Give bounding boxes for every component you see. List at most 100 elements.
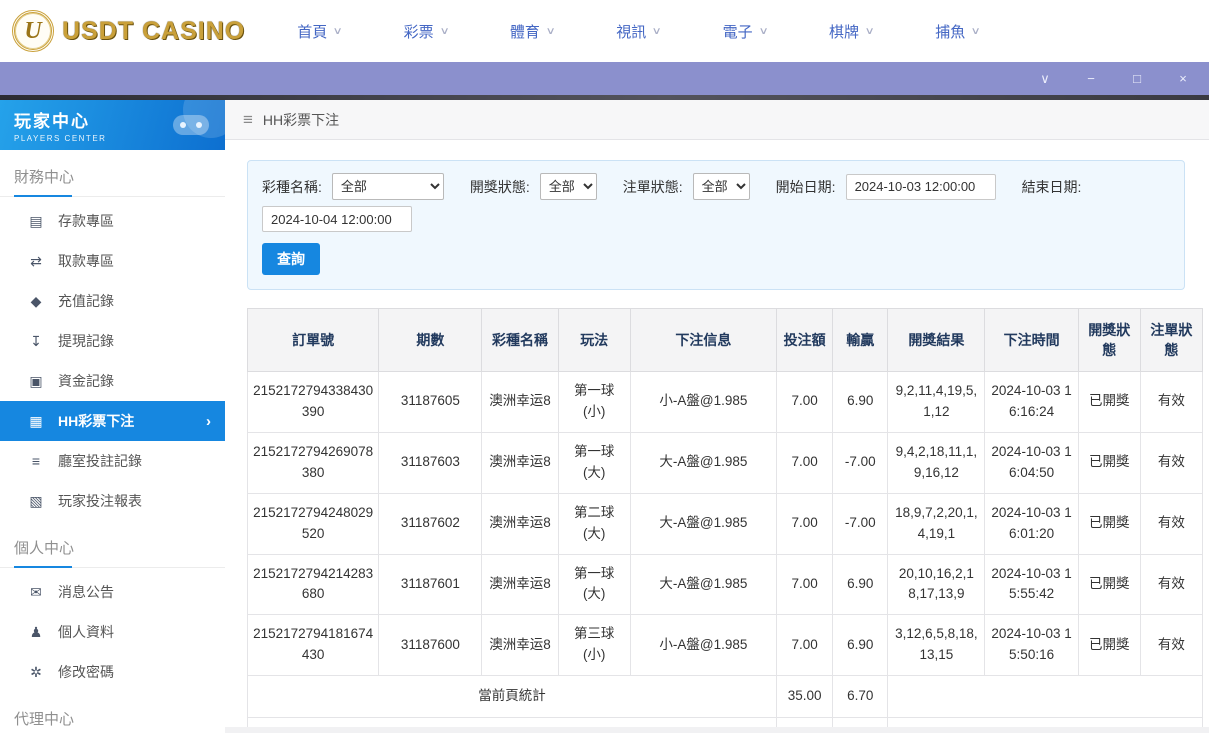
sidebar-item-label: 提現記錄 [58,331,114,351]
total-summary-label: 總統計 [248,718,777,727]
cell-win-loss: 6.90 [833,615,888,676]
chevron-down-icon: ∨ [652,26,662,37]
sidebar-item-recharge-records[interactable]: ◆ 充值記錄 [0,281,225,321]
cell-play-type: 第二球(大) [558,493,630,554]
cell-period: 31187602 [379,493,482,554]
sidebar-item-player-bet-report[interactable]: ▧ 玩家投注報表 [0,481,225,521]
cell-lottery-name: 澳洲幸运8 [482,432,558,493]
lottery-name-select[interactable]: 全部 [332,173,444,200]
nav-item-home[interactable]: 首頁 ∨ [297,21,341,42]
cell-order-number: 2152172794269078380 [248,432,379,493]
sidebar-item-label: 個人資料 [58,622,114,642]
page-summary-label: 當前頁統計 [248,676,777,718]
players-center-header: 玩家中心 PLAYERS CENTER [0,100,225,150]
chevron-down-icon: ∨ [333,26,343,37]
sidebar-item-announcements[interactable]: ✉ 消息公告 [0,572,225,612]
chevron-down-icon: ∨ [545,26,555,37]
cell-draw-status: 已開獎 [1078,493,1140,554]
start-date-input[interactable] [846,174,996,200]
main-nav: 首頁 ∨ 彩票 ∨ 體育 ∨ 視訊 ∨ 電子 ∨ 棋牌 ∨ 捕魚 ∨ [297,21,979,42]
sidebar-item-cashout-records[interactable]: ↧ 提現記錄 [0,321,225,361]
page-summary-win: 6.70 [833,676,888,718]
order-status-select[interactable]: 全部 [693,173,750,200]
cell-lottery-name: 澳洲幸运8 [482,615,558,676]
nav-label: 電子 [723,21,753,42]
cell-win-loss: 6.90 [833,372,888,433]
table-row: 2152172794269078380 31187603 澳洲幸运8 第一球(大… [248,432,1203,493]
cell-win-loss: 6.90 [833,554,888,615]
sidebar-item-change-password[interactable]: ✲ 修改密碼 [0,652,225,692]
nav-item-lottery[interactable]: 彩票 ∨ [404,21,448,42]
header-win-loss: 輸贏 [833,309,888,372]
gear-icon: ✲ [27,664,45,681]
cell-bet-time: 2024-10-03 15:50:16 [985,615,1078,676]
sidebar-item-label: 修改密碼 [58,662,114,682]
chevron-down-icon: ∨ [865,26,875,37]
user-icon: ♟ [27,624,45,641]
sidebar-item-deposit[interactable]: ▤ 存款專區 [0,201,225,241]
cell-bet-amount: 7.00 [777,493,833,554]
cell-lottery-name: 澳洲幸运8 [482,493,558,554]
end-date-input[interactable] [262,206,412,232]
collapse-icon[interactable]: ∨ [1037,71,1053,87]
filter-panel: 彩種名稱: 全部 開獎狀態: 全部 注單狀態: 全部 [247,160,1185,290]
cell-bet-amount: 7.00 [777,372,833,433]
draw-status-select[interactable]: 全部 [540,173,597,200]
cell-bet-info: 小-A盤@1.985 [630,372,776,433]
search-button[interactable]: 查詢 [262,243,320,275]
horizontal-scrollbar[interactable] [225,727,1209,733]
cell-order-number: 2152172794214283680 [248,554,379,615]
nav-item-fishing[interactable]: 捕魚 ∨ [935,21,979,42]
nav-label: 捕魚 [935,21,965,42]
sidebar-item-hall-bet-records[interactable]: ≡ 廳室投註記錄 [0,441,225,481]
players-center-subtitle: PLAYERS CENTER [14,134,211,143]
sidebar-item-label: 玩家投注報表 [58,491,142,511]
hamburger-menu-icon[interactable]: ≡ [243,110,253,130]
brand-logo[interactable]: U USDT CASINO [12,10,245,52]
cell-play-type: 第三球(小) [558,615,630,676]
nav-label: 棋牌 [829,21,859,42]
cell-order-number: 2152172794248029520 [248,493,379,554]
sidebar-item-label: HH彩票下注 [58,411,134,431]
cell-draw-result: 20,10,16,2,18,17,13,9 [888,554,985,615]
table-row: 2152172794214283680 31187601 澳洲幸运8 第一球(大… [248,554,1203,615]
table-header-row: 訂單號 期數 彩種名稱 玩法 下注信息 投注額 輸贏 開獎結果 下注時間 開獎狀… [248,309,1203,372]
cell-bet-time: 2024-10-03 16:04:50 [985,432,1078,493]
minimize-icon[interactable]: − [1083,71,1099,86]
cell-period: 31187605 [379,372,482,433]
chevron-down-icon: ∨ [971,26,981,37]
header-order-number: 訂單號 [248,309,379,372]
nav-item-slots[interactable]: 電子 ∨ [723,21,767,42]
section-personal-center: 個人中心 [0,537,225,568]
recharge-icon: ◆ [27,293,45,310]
deposit-icon: ▤ [27,213,45,230]
cell-draw-result: 9,2,11,4,19,5,1,12 [888,372,985,433]
page-summary-empty [888,676,1203,718]
header-play-type: 玩法 [558,309,630,372]
cell-win-loss: -7.00 [833,493,888,554]
window-title-bar: ∨ − □ × [0,62,1209,95]
header-bet-info: 下注信息 [630,309,776,372]
content-area: 玩家中心 PLAYERS CENTER 財務中心 ▤ 存款專區 ⇄ 取款專區 ◆… [0,95,1209,733]
nav-item-board-games[interactable]: 棋牌 ∨ [829,21,873,42]
maximize-icon[interactable]: □ [1129,71,1145,86]
header-bet-time: 下注時間 [985,309,1078,372]
sidebar-item-hh-lottery-bets[interactable]: ▦ HH彩票下注 › [0,401,225,441]
cell-draw-status: 已開獎 [1078,615,1140,676]
cell-draw-result: 3,12,6,5,8,18,13,15 [888,615,985,676]
close-icon[interactable]: × [1175,71,1191,86]
sidebar-item-profile[interactable]: ♟ 個人資料 [0,612,225,652]
sidebar-item-withdraw[interactable]: ⇄ 取款專區 [0,241,225,281]
cell-bet-info: 大-A盤@1.985 [630,493,776,554]
nav-item-sports[interactable]: 體育 ∨ [510,21,554,42]
bets-table: 訂單號 期數 彩種名稱 玩法 下注信息 投注額 輸贏 開獎結果 下注時間 開獎狀… [247,308,1203,727]
cell-bet-amount: 7.00 [777,432,833,493]
cell-period: 31187603 [379,432,482,493]
table-row: 2152172794181674430 31187600 澳洲幸运8 第三球(小… [248,615,1203,676]
cell-order-status: 有效 [1140,615,1202,676]
page-summary-amount: 35.00 [777,676,833,718]
nav-item-video[interactable]: 視訊 ∨ [616,21,660,42]
sidebar-item-funds-records[interactable]: ▣ 資金記錄 [0,361,225,401]
cell-play-type: 第一球(大) [558,432,630,493]
cell-bet-info: 小-A盤@1.985 [630,615,776,676]
